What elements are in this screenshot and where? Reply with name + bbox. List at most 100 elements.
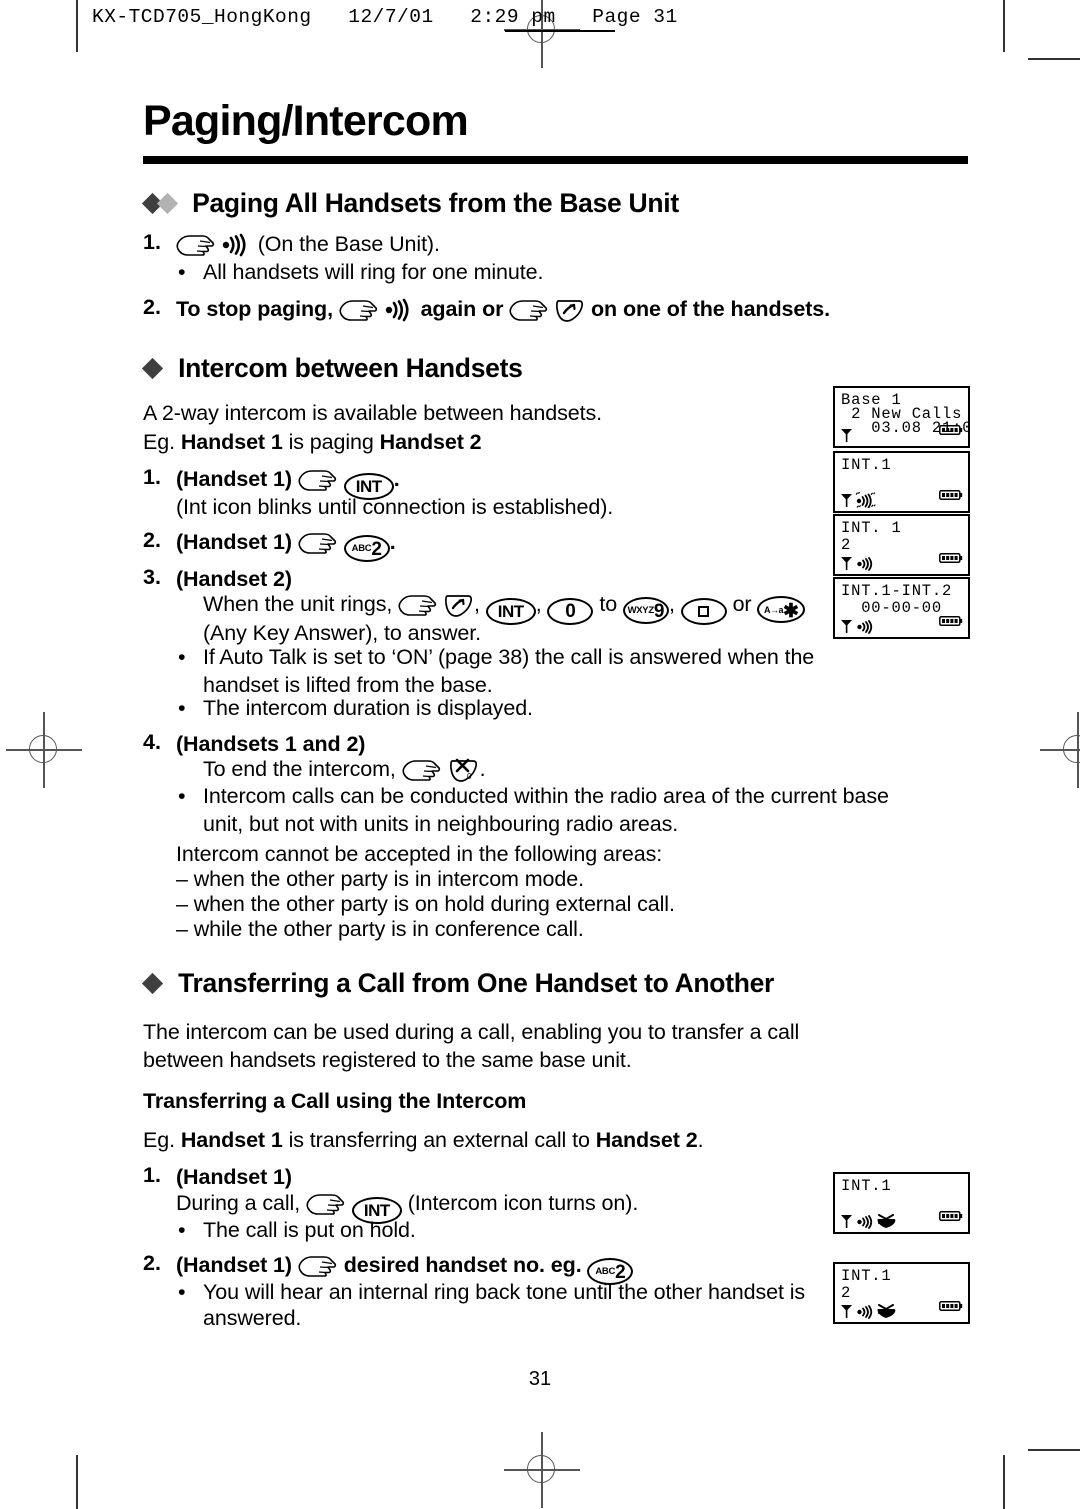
manual-page: Paging/Intercom Paging All Handsets from…: [0, 0, 1080, 1509]
antenna-icon: [841, 429, 852, 442]
speaker-icon: [857, 1215, 873, 1229]
intercom-example: Eg. Handset 1 is paging Handset 2: [143, 427, 482, 457]
antenna-icon: [841, 1215, 852, 1228]
lcd-line: 2: [841, 536, 852, 554]
paging-speaker-icon: [385, 298, 409, 322]
hold-note: The call is put on hold.: [203, 1218, 416, 1242]
step-2-mid: desired handset no. eg.: [343, 1253, 582, 1277]
intercom-step-1-note: (Int icon blinks until connection is est…: [176, 495, 614, 519]
hold-icon: [877, 1304, 896, 1318]
page-title: Paging/Intercom: [143, 97, 469, 145]
battery-icon: [939, 1301, 963, 1311]
lcd-line: INT.1: [841, 1267, 892, 1285]
antenna-icon: [841, 1305, 852, 1318]
antenna-icon: [841, 620, 852, 633]
talk-key-icon: [556, 300, 584, 322]
step-2-stop-paging: To stop paging, again or on one of the h…: [176, 294, 830, 324]
section-heading-transferring: Transferring a Call from One Handset to …: [141, 968, 775, 999]
eg-bold-handset-2: Handset 2: [379, 430, 482, 454]
section-heading-paging-all: Paging All Handsets from the Base Unit: [141, 188, 679, 219]
transfer-subheading: Transferring a Call using the Intercom: [143, 1089, 527, 1113]
eg-mid: is paging: [282, 430, 380, 454]
hand-press-icon: [298, 470, 336, 491]
lcd-base-1: Base 1 2 New Calls 03.08 21:06: [833, 386, 970, 448]
step-number: 1.: [143, 465, 161, 489]
lcd-line: INT.1: [841, 1177, 892, 1195]
transfer-intro-l2: between handsets registered to the same …: [143, 1048, 632, 1072]
bullet-dot: •: [178, 696, 186, 720]
transfer-example: Eg. Handset 1 is transferring an externa…: [143, 1125, 704, 1155]
section-heading-label: Paging All Handsets from the Base Unit: [192, 188, 679, 218]
lcd-int1-int2-duration: INT.1-INT.2 00-00-00: [833, 577, 970, 639]
duration-note: The intercom duration is displayed.: [203, 696, 533, 720]
step-1-lead: During a call,: [176, 1191, 301, 1215]
int-key-icon: INT: [485, 598, 536, 625]
eg-bold-handset-1: Handset 1: [180, 430, 283, 454]
bullet-dot: •: [178, 1218, 186, 1242]
step-number: 1.: [143, 1163, 161, 1187]
hand-press-icon: [509, 300, 548, 321]
eg-prefix: Eg.: [143, 1128, 181, 1152]
step-1-tail: (Intercom icon turns on).: [407, 1191, 639, 1215]
step-number: 4.: [143, 730, 161, 754]
hold-icon: [877, 1214, 896, 1228]
step-label: (Handset 1): [176, 530, 292, 554]
paging-speaker-icon: [222, 233, 246, 257]
lcd-line: 2: [841, 1284, 852, 1302]
battery-icon: [939, 1211, 963, 1221]
lcd-int1-blinking: INT.1: [833, 451, 970, 513]
hand-press-icon: [298, 533, 336, 554]
paging-note-1: All handsets will ring for one minute.: [203, 260, 544, 284]
single-diamond-icon: [141, 972, 171, 995]
step-2-lead: To stop paging,: [176, 297, 333, 321]
lcd-transfer-int1: INT.1: [833, 1172, 970, 1234]
step-4-lead: To end the intercom,: [203, 757, 396, 781]
intercom-step-4-detail: To end the intercom, 0 .: [203, 754, 486, 784]
single-diamond-icon: [141, 357, 171, 380]
step-number: 2.: [143, 295, 161, 319]
autotalk-note-line1: If Auto Talk is set to ‘ON’ (page 38) th…: [203, 645, 815, 669]
step-3-or: or: [732, 592, 752, 616]
section-heading-label: Transferring a Call from One Handset to …: [178, 968, 775, 998]
radio-area-note-l1: Intercom calls can be conducted within t…: [203, 784, 889, 808]
battery-icon: [939, 490, 963, 500]
speaker-icon: [857, 557, 873, 571]
step-1-text: (On the Base Unit).: [257, 232, 440, 256]
battery-icon: [939, 425, 963, 435]
step-trailing: .: [389, 530, 396, 554]
cannot-accept-item-3: – while the other party is in conference…: [176, 917, 584, 941]
hand-press-icon: [339, 300, 377, 321]
off-key-icon: 0: [449, 758, 477, 782]
antenna-icon: [841, 494, 852, 507]
intercom-intro: A 2-way intercom is available between ha…: [143, 401, 602, 425]
radio-area-note-l2: unit, but not with units in neighbouring…: [203, 812, 679, 836]
talk-key-icon: [444, 595, 473, 617]
intercom-step-2: (Handset 1) ABC2.: [176, 527, 396, 562]
step-3-to: to: [599, 592, 618, 616]
antenna-icon: [841, 557, 852, 570]
transfer-intro-l1: The intercom can be used during a call, …: [143, 1020, 800, 1044]
eg-bold-handset-1: Handset 1: [180, 1128, 283, 1152]
title-rule: [143, 156, 968, 164]
eg-suffix: .: [697, 1128, 704, 1152]
step-trailing: .: [479, 757, 486, 781]
bullet-dot: •: [178, 784, 186, 808]
step-number: 1.: [143, 230, 161, 254]
key-star-icon: A→a✱: [757, 596, 806, 623]
hand-press-icon: [306, 1194, 345, 1215]
hand-press-icon: [398, 595, 437, 616]
step-number: 3.: [143, 565, 161, 589]
speaker-blinking-icon: [855, 492, 876, 508]
step-label: (Handset 1): [176, 467, 292, 491]
key-abc-2-icon: ABC2: [343, 535, 390, 562]
section-heading-intercom-between: Intercom between Handsets: [141, 353, 523, 384]
step-trailing: .: [393, 467, 400, 491]
hand-press-icon: [298, 1256, 336, 1277]
lcd-transfer-int1-2: INT.1 2: [833, 1262, 970, 1324]
hand-press-icon: [402, 760, 440, 781]
double-diamond-icon: [141, 192, 185, 215]
hand-press-icon: [176, 235, 215, 256]
step-number: 2.: [143, 528, 161, 552]
step-2-tail: on one of the handsets.: [591, 297, 831, 321]
eg-bold-handset-2: Handset 2: [595, 1128, 698, 1152]
